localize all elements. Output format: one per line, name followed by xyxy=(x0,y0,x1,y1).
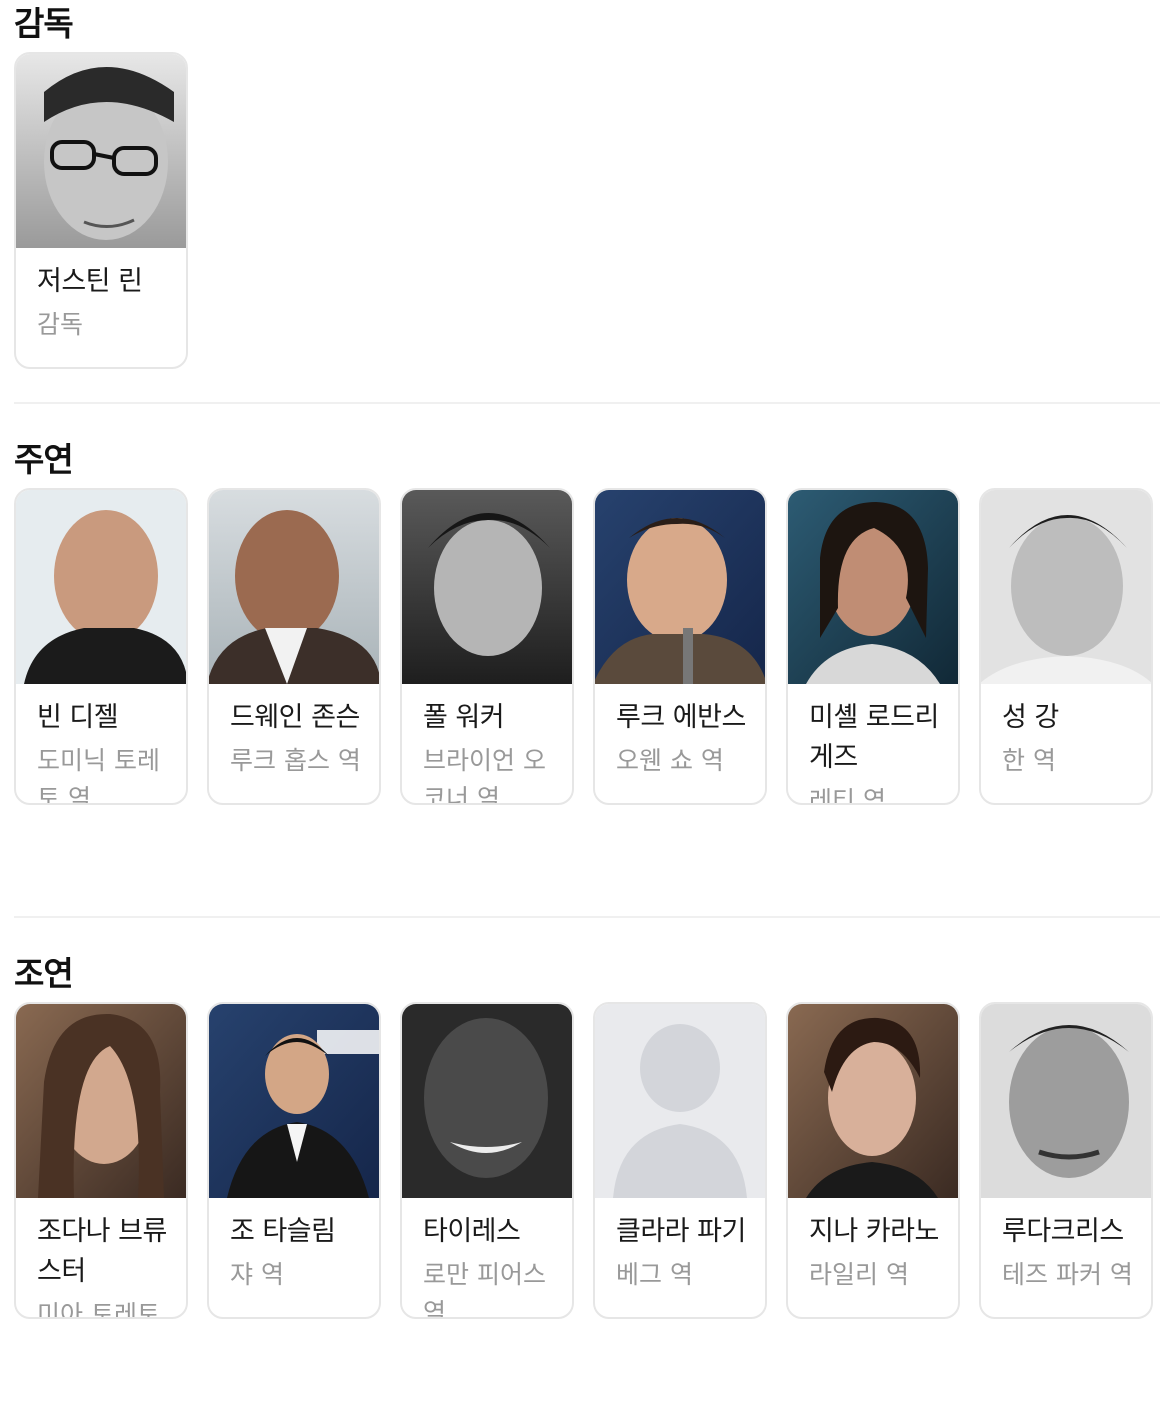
person-card[interactable]: 지나 카라노 라일리 역 xyxy=(786,1002,960,1319)
person-photo xyxy=(981,490,1151,684)
person-photo xyxy=(16,54,186,248)
person-name: 조다나 브류스터 xyxy=(37,1216,167,1287)
person-card[interactable]: 폴 워커 브라이언 오코너 역 xyxy=(400,488,574,805)
person-card[interactable]: 클라라 파기 베그 역 xyxy=(593,1002,767,1319)
person-name: 루다크리스 xyxy=(1002,1216,1124,1247)
person-role: 감독 xyxy=(37,310,84,339)
person-role: 도미닉 토레토 역 xyxy=(37,746,160,805)
person-role: 루크 홉스 역 xyxy=(230,746,361,775)
person-role: 한 역 xyxy=(1002,746,1056,775)
person-name: 저스틴 린 xyxy=(37,266,143,297)
person-role: 브라이언 오코너 역 xyxy=(423,746,546,805)
person-photo xyxy=(788,1004,958,1198)
person-card[interactable]: 조다나 브류스터 미아 토레토 역 xyxy=(14,1002,188,1319)
person-role: 미아 토레토 역 xyxy=(37,1300,160,1319)
person-photo xyxy=(209,1004,379,1198)
person-photo xyxy=(16,490,186,684)
person-photo xyxy=(981,1004,1151,1198)
person-role: 레티 역 xyxy=(809,786,886,805)
person-role: 베그 역 xyxy=(616,1260,693,1289)
person-card[interactable]: 드웨인 존슨 루크 홉스 역 xyxy=(207,488,381,805)
person-photo xyxy=(402,1004,572,1198)
person-role: 오웬 쇼 역 xyxy=(616,746,724,775)
person-name: 빈 디젤 xyxy=(37,702,119,733)
default-profile-icon xyxy=(595,1004,765,1198)
person-name: 미셸 로드리게즈 xyxy=(809,702,939,773)
director-list: 저스틴 린 감독 xyxy=(14,52,188,369)
person-card[interactable]: 조 타슬림 쟈 역 xyxy=(207,1002,381,1319)
person-name: 루크 에반스 xyxy=(616,702,746,733)
section-title-supporting: 조연 xyxy=(14,954,74,993)
person-photo xyxy=(209,490,379,684)
person-role: 로만 피어스 역 xyxy=(423,1260,546,1319)
person-name: 클라라 파기 xyxy=(616,1216,746,1247)
person-photo xyxy=(16,1004,186,1198)
person-name: 지나 카라노 xyxy=(809,1216,939,1247)
person-card[interactable]: 루크 에반스 오웬 쇼 역 xyxy=(593,488,767,805)
person-name: 성 강 xyxy=(1002,702,1059,733)
person-name: 드웨인 존슨 xyxy=(230,702,360,733)
person-card[interactable]: 빈 디젤 도미닉 토레토 역 xyxy=(14,488,188,805)
person-photo xyxy=(595,490,765,684)
person-role: 라일리 역 xyxy=(809,1260,909,1289)
person-photo xyxy=(402,490,572,684)
person-card[interactable]: 저스틴 린 감독 xyxy=(14,52,188,369)
person-card[interactable]: 타이레스 로만 피어스 역 xyxy=(400,1002,574,1319)
section-title-director: 감독 xyxy=(14,4,74,43)
supporting-cast-list: 조다나 브류스터 미아 토레토 역 조 타슬림 쟈 역 타이레스 로만 피어스 … xyxy=(14,1002,1153,1319)
person-name: 타이레스 xyxy=(423,1216,521,1247)
person-name: 조 타슬림 xyxy=(230,1216,336,1247)
person-card[interactable]: 성 강 한 역 xyxy=(979,488,1153,805)
person-name: 폴 워커 xyxy=(423,702,505,733)
person-card[interactable]: 미셸 로드리게즈 레티 역 xyxy=(786,488,960,805)
person-role: 테즈 파커 역 xyxy=(1002,1260,1133,1289)
person-photo xyxy=(788,490,958,684)
section-divider xyxy=(14,402,1160,404)
person-card[interactable]: 루다크리스 테즈 파커 역 xyxy=(979,1002,1153,1319)
section-divider xyxy=(14,916,1160,918)
lead-cast-list: 빈 디젤 도미닉 토레토 역 드웨인 존슨 루크 홉스 역 폴 워커 브라이언 … xyxy=(14,488,1153,805)
section-title-lead: 주연 xyxy=(14,440,74,479)
person-role: 쟈 역 xyxy=(230,1260,284,1289)
